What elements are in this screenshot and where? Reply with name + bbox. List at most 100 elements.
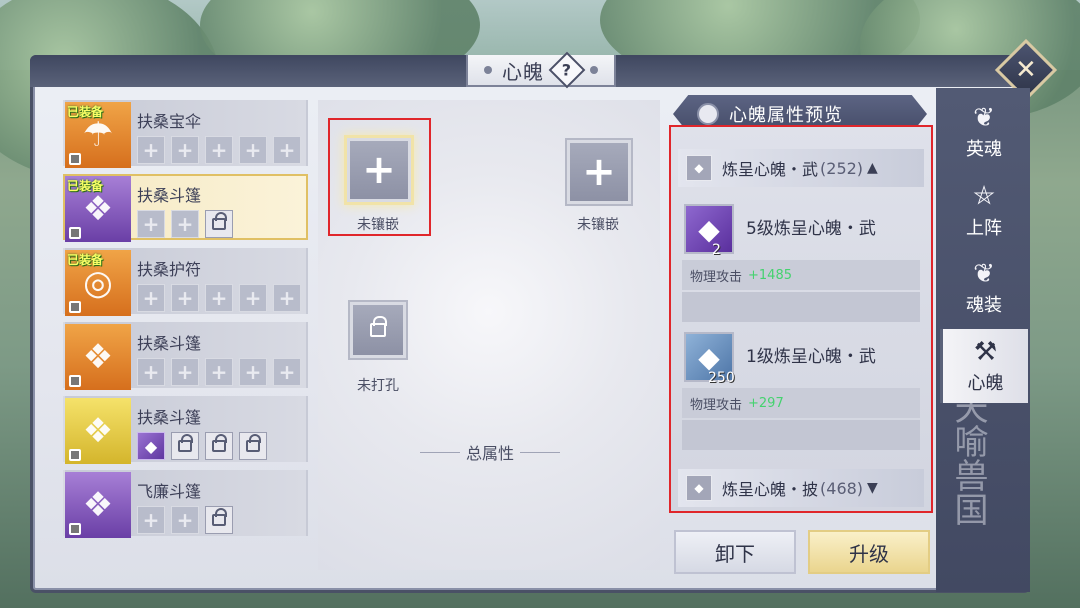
equipment-item[interactable]: ◎ 已装备 扶桑护符 + + + + + (63, 248, 308, 316)
slot-locked (171, 432, 199, 460)
equipment-art-icon: ◎ (83, 263, 113, 303)
bind-lock-icon (69, 523, 81, 535)
unload-button[interactable]: 卸下 (674, 530, 796, 574)
lock-icon (370, 316, 387, 337)
group-count: (252) (820, 158, 864, 178)
slot-empty: + (205, 358, 233, 386)
equipment-art-icon: ❖ (82, 189, 114, 229)
stat-value: +297 (748, 395, 784, 411)
helmet-icon (697, 103, 719, 125)
equipment-thumbnail: ☂ 已装备 (65, 102, 131, 168)
slot-empty: + (171, 506, 199, 534)
divider (420, 451, 460, 453)
pentagram-icon: ⛤ (973, 180, 995, 211)
tab-soul-gear[interactable]: ❦ 魂装 (940, 251, 1028, 325)
equipment-slots: ◆ (137, 432, 267, 460)
group-name: 炼呈心魄・披 (722, 480, 819, 499)
tab-formation[interactable]: ⛤ 上阵 (940, 173, 1028, 247)
bind-lock-icon (69, 153, 81, 165)
equipment-slots: + + (137, 210, 233, 238)
socket-slot-3[interactable] (350, 302, 406, 358)
question-icon: ? (562, 60, 572, 80)
close-icon: ✕ (1015, 54, 1037, 85)
equipment-thumbnail: ◎ 已装备 (65, 250, 131, 316)
equipment-item[interactable]: ☂ 已装备 扶桑宝伞 + + + + + (63, 100, 308, 168)
watermark-text: 天喻兽国 (948, 390, 988, 526)
plus-icon: + (582, 149, 616, 195)
gem-group-header-2[interactable]: ◆ 炼呈心魄・披 (468) ▼ (678, 469, 924, 507)
equipment-slots: + + (137, 506, 233, 534)
tab-hero-soul[interactable]: ❦ 英魂 (940, 95, 1028, 169)
slot-empty: + (137, 506, 165, 534)
slot-empty: + (273, 358, 301, 386)
page-title: 心魄 (502, 59, 544, 84)
equipment-name: 扶桑护符 (137, 260, 202, 279)
total-attributes-heading: 总属性 (420, 440, 561, 464)
hammer-icon: ⚒ (973, 337, 998, 367)
equipment-list: ☂ 已装备 扶桑宝伞 + + + + + ❖ 已装备 扶桑斗篷 + + ◎ 已装备 扶桑护符 + + + + + ❖ 扶桑斗… (63, 100, 308, 544)
collapse-icon: ▲ (867, 160, 878, 176)
slot-locked (205, 506, 233, 534)
gem-group-header-1[interactable]: ◆ 炼呈心魄・武 (252) ▲ (678, 149, 924, 187)
bind-lock-icon (69, 375, 81, 387)
slot-gem: ◆ (137, 432, 165, 460)
lock-icon (178, 434, 193, 452)
equipment-thumbnail: ❖ (65, 472, 131, 538)
equipment-art-icon: ❖ (82, 411, 114, 451)
equipment-slots: + + + + + (137, 358, 301, 386)
tab-label: 英魂 (966, 139, 1002, 160)
equipment-name: 扶桑斗篷 (137, 186, 202, 205)
title-decoration-right (590, 66, 598, 74)
equipment-slots: + + + + + (137, 284, 301, 312)
equipment-art-icon: ❖ (82, 337, 114, 377)
flame-icon: ❦ (973, 103, 995, 133)
lock-icon (212, 508, 227, 526)
equipped-badge: 已装备 (67, 179, 104, 193)
slot-empty: + (171, 284, 199, 312)
gem-icon: ◆ (684, 204, 734, 254)
gem-stat-row-empty (682, 292, 920, 322)
equipment-item[interactable]: ❖ 扶桑斗篷 + + + + + (63, 322, 308, 390)
equipment-item[interactable]: ❖ 扶桑斗篷 ◆ (63, 396, 308, 464)
equipment-thumbnail: ❖ (65, 398, 131, 464)
equipment-name: 扶桑斗篷 (137, 334, 202, 353)
bind-lock-icon (69, 449, 81, 461)
flame-icon: ❦ (973, 259, 995, 289)
slot-empty: + (137, 284, 165, 312)
equipment-thumbnail: ❖ (65, 324, 131, 390)
equipped-badge: 已装备 (67, 253, 104, 267)
side-tabs: ❦ 英魂 ⛤ 上阵 ❦ 魂装 ⚒ 心魄 (940, 95, 1028, 407)
upgrade-button[interactable]: 升级 (808, 530, 930, 574)
tab-label: 上阵 (966, 217, 1002, 239)
slot-locked (205, 210, 233, 238)
slot-empty: + (239, 136, 267, 164)
tab-label: 魂装 (966, 295, 1002, 316)
equipment-item[interactable]: ❖ 飞廉斗篷 + + (63, 470, 308, 538)
gem-stat-row-empty (682, 420, 920, 450)
slot-empty: + (273, 284, 301, 312)
gem-quantity: 250 (708, 370, 735, 386)
slot-empty: + (273, 136, 301, 164)
total-attributes-label: 总属性 (466, 444, 515, 463)
tab-heart-soul[interactable]: ⚒ 心魄 (940, 329, 1028, 403)
lock-icon (212, 212, 227, 230)
socket-slot-2[interactable]: + (567, 140, 631, 204)
slot-empty: + (171, 136, 199, 164)
divider (520, 451, 561, 453)
gem-name: 5级炼呈心魄・武 (746, 219, 876, 239)
expand-icon: ▼ (867, 480, 878, 496)
socket-slot-3-label: 未打孔 (357, 378, 399, 394)
equipment-art-icon: ❖ (82, 485, 114, 525)
gem-type-icon: ◆ (686, 475, 712, 501)
slot-empty: + (137, 358, 165, 386)
group-name: 炼呈心魄・武 (722, 160, 819, 179)
stat-label: 物理攻击 (690, 269, 743, 285)
equipment-name: 扶桑宝伞 (137, 112, 202, 131)
help-button[interactable]: ? (548, 51, 586, 89)
equipment-item[interactable]: ❖ 已装备扶桑斗篷 + + (63, 174, 308, 242)
slot-empty: + (239, 284, 267, 312)
stat-value: +1485 (748, 267, 792, 283)
lock-icon (212, 434, 227, 452)
tab-label: 心魄 (967, 373, 1004, 394)
highlight-box (328, 118, 431, 236)
